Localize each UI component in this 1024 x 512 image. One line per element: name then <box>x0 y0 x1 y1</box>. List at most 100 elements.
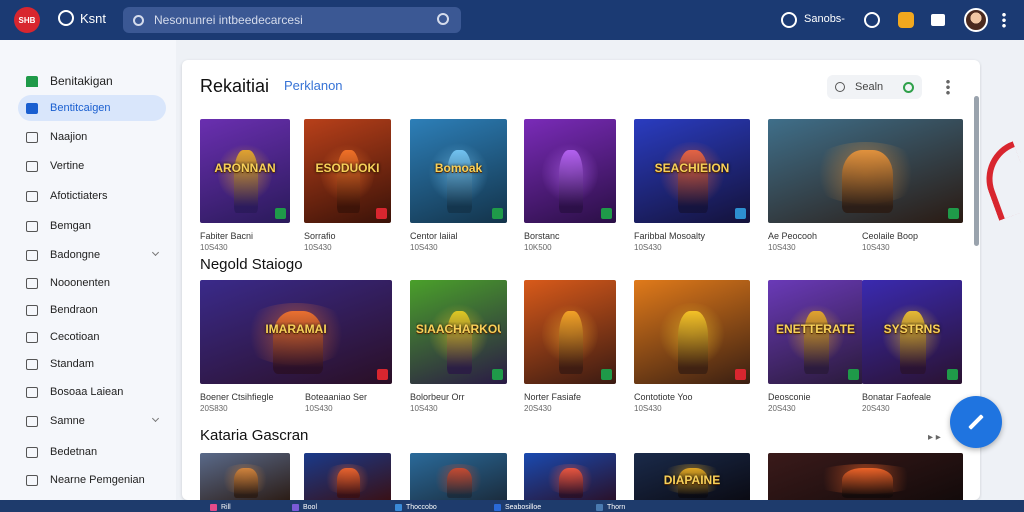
doc-icon <box>26 277 38 289</box>
chevron-down-icon[interactable] <box>151 414 160 423</box>
game-thumbnail[interactable] <box>524 119 616 223</box>
app-icon <box>210 503 217 511</box>
sidebar-item-7[interactable]: Badongne <box>18 242 166 268</box>
pencil-icon <box>968 414 984 430</box>
section-arrows[interactable]: ▸ ▸ <box>928 432 941 443</box>
sidebar-item-12[interactable]: Bosoaa Laiean <box>18 379 166 405</box>
sidebar-item-label: Benitakigan <box>50 74 113 88</box>
coin-icon[interactable] <box>898 12 914 28</box>
game-thumbnail[interactable]: DIAPAINE <box>634 453 750 500</box>
person-icon <box>26 446 38 458</box>
sidebar-item-1[interactable]: Benitakigan <box>18 68 166 94</box>
sidebar-item-11[interactable]: Standam <box>18 351 166 377</box>
taskbar-item[interactable]: Thorn <box>596 502 625 512</box>
character-figure <box>234 468 258 498</box>
game-thumbnail[interactable]: ENETTERATE <box>768 280 863 384</box>
game-thumbnail[interactable]: SEACHIEION <box>634 119 750 223</box>
game-thumbnail[interactable] <box>524 280 616 384</box>
brand-name: Ksnt <box>80 10 107 26</box>
sidebar-item-9[interactable]: Bendraon <box>18 297 166 323</box>
game-thumbnail[interactable] <box>200 453 290 500</box>
sidebar-item-label: Afotictiaters <box>50 190 108 202</box>
sidebar-item-2[interactable]: Bentitcaigen <box>18 95 166 121</box>
toggle-icon[interactable] <box>903 82 914 93</box>
table-icon <box>26 358 38 370</box>
apps-menu-icon[interactable] <box>1002 12 1006 28</box>
game-thumbnail[interactable]: ARONNAN <box>200 119 290 223</box>
platform-badge-icon <box>601 369 612 380</box>
game-thumbnail[interactable] <box>524 453 616 500</box>
app-icon <box>395 503 402 511</box>
game-meta: 10S430 <box>862 243 890 252</box>
app-logo[interactable]: SHB <box>14 7 40 33</box>
game-thumbnail[interactable] <box>410 453 507 500</box>
sidebar-item-label: Vertine <box>50 160 85 172</box>
search-input[interactable] <box>154 13 414 27</box>
game-name: Fabiter Bacni <box>200 231 254 241</box>
character-figure <box>446 311 473 374</box>
sidebar-item-5[interactable]: Afotictiaters <box>18 183 166 209</box>
game-thumbnail[interactable] <box>768 119 963 223</box>
sidebar-item-3[interactable]: Naajion <box>18 124 166 150</box>
thumbnail-title: SIAACHARKOU <box>415 321 502 336</box>
character-figure <box>337 150 360 213</box>
more-options-icon[interactable] <box>946 79 950 95</box>
sidebar-item-label: Naajion <box>50 131 88 143</box>
sidebar-item-8[interactable]: Nooonenten <box>18 270 166 296</box>
sidebar-item-14[interactable]: Bedetnan <box>18 439 166 465</box>
main-panel: Rekaitiai Perklanon Sealn ▸ ▸ ARONNAN Fab… <box>182 60 980 500</box>
game-thumbnail[interactable]: SYSTRNS <box>862 280 962 384</box>
game-thumbnail[interactable]: IMARAMAI <box>200 280 392 384</box>
chat-icon[interactable] <box>864 12 880 28</box>
taskbar-item[interactable]: Thoccobo <box>395 502 437 512</box>
platform-badge-icon <box>948 208 959 219</box>
user-label[interactable]: Sanobs- <box>804 13 845 25</box>
game-thumbnail[interactable]: ESODUOKI <box>304 119 391 223</box>
game-thumbnail[interactable]: Bomoak <box>410 119 507 223</box>
sidebar-item-15[interactable]: Nearne Pemgenian <box>18 467 166 493</box>
calendar-icon <box>26 331 38 343</box>
app-icon <box>292 503 299 511</box>
tab-perklanon[interactable]: Perklanon <box>284 78 343 93</box>
brand[interactable]: Ksnt <box>58 10 106 26</box>
scrollbar[interactable] <box>974 96 979 246</box>
thumbnail-title: DIAPAINE <box>663 473 721 487</box>
character-figure <box>842 150 893 213</box>
mail-icon[interactable] <box>931 14 945 26</box>
game-thumbnail[interactable]: SIAACHARKOU <box>410 280 507 384</box>
sidebar-item-10[interactable]: Cecotioan <box>18 324 166 350</box>
sidebar-item-6[interactable]: Bemgan <box>18 213 166 239</box>
chevron-down-icon[interactable] <box>151 248 160 257</box>
game-meta: 10S430 <box>305 404 333 413</box>
taskbar-item[interactable]: Rill <box>210 502 231 512</box>
game-meta: 20S430 <box>768 404 796 413</box>
game-meta: 20S830 <box>200 404 228 413</box>
character-figure <box>337 468 360 498</box>
game-meta: 10S430 <box>410 404 438 413</box>
character-figure <box>842 468 893 498</box>
filter-toggle[interactable]: Sealn <box>827 75 922 99</box>
taskbar-item[interactable]: Bool <box>292 502 317 512</box>
game-meta: 10S430 <box>634 243 662 252</box>
clock-icon[interactable] <box>781 12 797 28</box>
platform-badge-icon <box>275 208 286 219</box>
thumbnail-title: ENETTERATE <box>775 321 856 336</box>
game-meta: 10S430 <box>634 404 662 413</box>
thumbnail-title: ARONNAN <box>214 160 276 175</box>
search-bar[interactable] <box>123 7 461 33</box>
game-name: Centor laiial <box>410 231 458 241</box>
sidebar-item-4[interactable]: Vertine <box>18 153 166 179</box>
compose-button[interactable] <box>950 396 1002 448</box>
game-meta: 10K500 <box>524 243 552 252</box>
game-thumbnail[interactable] <box>768 453 963 500</box>
game-thumbnail[interactable] <box>634 280 750 384</box>
platform-badge-icon <box>492 369 503 380</box>
avatar[interactable] <box>964 8 988 32</box>
character-figure <box>678 311 709 374</box>
sidebar: Benitakigan Bentitcaigen Naajion Vertine Afo… <box>0 40 176 500</box>
sidebar-item-13[interactable]: Samne <box>18 408 166 434</box>
game-thumbnail[interactable] <box>304 453 391 500</box>
thumbnail-title: SYSTRNS <box>883 321 941 336</box>
taskbar-item[interactable]: Seabosilloe <box>494 502 541 512</box>
search-submit-icon[interactable] <box>437 13 449 25</box>
